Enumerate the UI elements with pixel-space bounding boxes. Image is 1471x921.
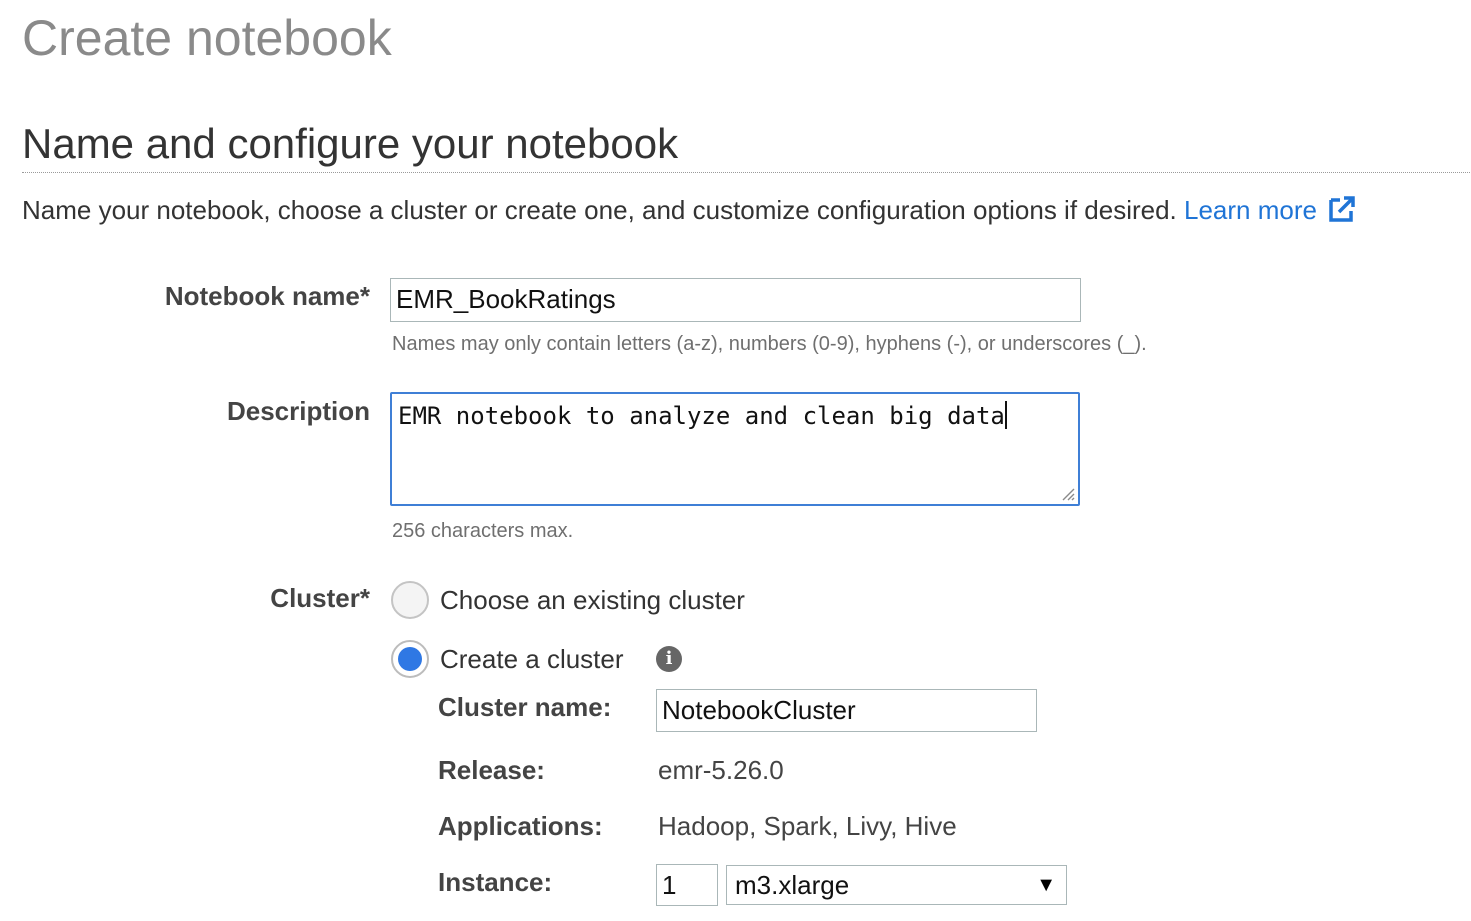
instance-type-select[interactable]: m3.xlarge ▼ — [726, 865, 1067, 905]
section-title: Name and configure your notebook — [22, 120, 679, 167]
cluster-name-input[interactable]: NotebookCluster — [656, 689, 1037, 732]
notebook-name-input[interactable]: EMR_BookRatings — [390, 278, 1081, 322]
section-divider — [22, 172, 1470, 173]
notebook-name-hint: Names may only contain letters (a-z), nu… — [392, 333, 1147, 355]
release-label: Release: — [438, 755, 545, 785]
applications-value: Hadoop, Spark, Livy, Hive — [658, 811, 957, 841]
description-text: EMR notebook to analyze and clean big da… — [398, 402, 1005, 430]
applications-label: Applications: — [438, 811, 603, 841]
instance-count-input[interactable]: 1 — [656, 864, 718, 906]
description-textarea[interactable]: EMR notebook to analyze and clean big da… — [390, 392, 1080, 506]
learn-more-link[interactable]: Learn more — [1184, 195, 1357, 225]
radio-selected-dot — [398, 647, 422, 671]
notebook-name-label: Notebook name* — [164, 281, 370, 311]
learn-more-label: Learn more — [1184, 195, 1317, 225]
intro-text: Name your notebook, choose a cluster or … — [22, 195, 1177, 225]
cluster-label: Cluster* — [270, 583, 370, 613]
radio-create-cluster[interactable] — [391, 640, 429, 678]
radio-existing-cluster[interactable] — [391, 581, 429, 619]
text-caret — [1004, 401, 1007, 429]
create-cluster-option-label[interactable]: Create a cluster — [440, 643, 624, 675]
resize-handle-icon[interactable] — [1061, 487, 1075, 501]
cluster-name-label: Cluster name: — [438, 692, 612, 722]
external-link-icon — [1329, 196, 1355, 222]
description-label: Description — [226, 396, 370, 426]
info-icon[interactable]: i — [656, 646, 682, 672]
dropdown-arrow-icon: ▼ — [1036, 874, 1056, 896]
instance-label: Instance: — [438, 867, 553, 897]
description-hint: 256 characters max. — [392, 520, 574, 542]
intro-text-block: Name your notebook, choose a cluster or … — [22, 194, 1357, 226]
existing-cluster-option-label[interactable]: Choose an existing cluster — [440, 584, 745, 616]
page-title: Create notebook — [22, 10, 392, 66]
release-value: emr-5.26.0 — [658, 755, 784, 785]
instance-type-value: m3.xlarge — [735, 870, 850, 900]
